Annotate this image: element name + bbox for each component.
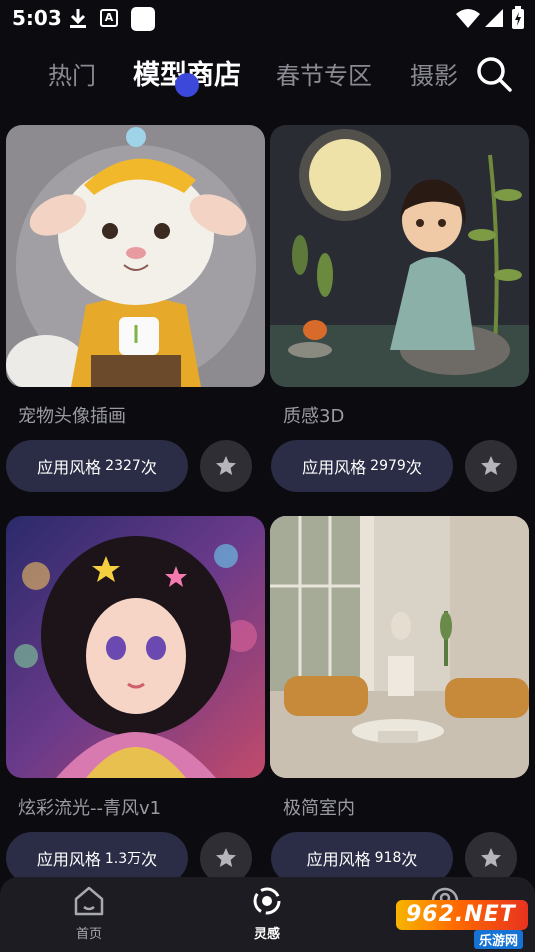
app-square-icon <box>131 7 155 31</box>
usage-count: 2979 <box>370 458 406 474</box>
apply-label: 应用风格 <box>36 850 101 869</box>
site-watermark: 962.NET 乐游网 <box>396 898 532 949</box>
usage-count: 1.3万 <box>104 851 142 867</box>
wifi-icon <box>456 9 480 28</box>
category-tabs: 热门 模型商店 春节专区 摄影 <box>0 48 535 96</box>
card-title: 质感3D <box>283 406 345 427</box>
usage-count-suffix: 次 <box>405 458 422 477</box>
font-a-icon: A <box>100 9 118 27</box>
usage-count-suffix: 次 <box>401 850 418 869</box>
nav-inspiration[interactable]: 灵感 <box>227 885 307 942</box>
star-icon <box>216 848 236 867</box>
card-image-pet-avatar[interactable] <box>6 125 265 387</box>
card-title: 宠物头像插画 <box>18 406 126 427</box>
search-icon[interactable] <box>474 54 514 94</box>
apply-label: 应用风格 <box>37 458 102 477</box>
status-bar: 5:03 A <box>0 0 535 36</box>
star-icon <box>481 848 501 867</box>
apply-style-button[interactable]: 应用风格 2327 次 <box>6 440 188 492</box>
inspiration-icon <box>253 887 281 915</box>
apply-style-button[interactable]: 应用风格 2979 次 <box>271 440 453 492</box>
star-icon <box>216 456 236 475</box>
card-image-3d-texture[interactable] <box>270 125 529 387</box>
usage-count: 918 <box>374 850 402 866</box>
tab-hot[interactable]: 热门 <box>48 56 96 91</box>
signal-icon <box>485 9 503 27</box>
apply-label: 应用风格 <box>302 458 367 477</box>
usage-count-suffix: 次 <box>141 850 158 869</box>
star-icon <box>481 456 501 475</box>
battery-icon <box>512 6 524 29</box>
nav-inspiration-label: 灵感 <box>253 927 280 942</box>
active-tab-indicator <box>175 73 199 97</box>
status-time: 5:03 <box>12 6 62 30</box>
favorite-button[interactable] <box>465 440 517 492</box>
nav-home-label: 首页 <box>75 927 102 942</box>
watermark-sub: 乐游网 <box>474 930 524 949</box>
tab-spring-festival[interactable]: 春节专区 <box>276 56 372 91</box>
download-icon <box>70 9 86 28</box>
usage-count-suffix: 次 <box>140 458 157 477</box>
card-image-colorful-glow[interactable] <box>6 516 265 778</box>
watermark-logo: 962.NET <box>396 900 528 930</box>
nav-home[interactable]: 首页 <box>49 885 129 942</box>
card-image-minimal-interior[interactable] <box>270 516 529 778</box>
card-title: 炫彩流光--青风v1 <box>18 798 162 819</box>
card-title: 极简室内 <box>283 798 355 819</box>
home-icon <box>74 886 104 916</box>
apply-label: 应用风格 <box>306 850 371 869</box>
favorite-button[interactable] <box>200 440 252 492</box>
usage-count: 2327 <box>105 458 141 474</box>
tab-photography[interactable]: 摄影 <box>410 56 458 91</box>
